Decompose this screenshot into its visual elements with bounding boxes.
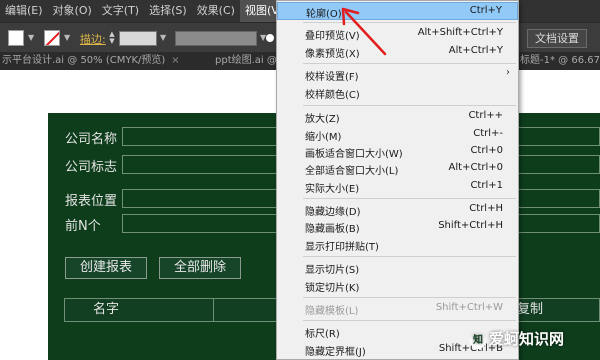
menu-item-fit-artboard[interactable]: 画板适合窗口大小(W) Ctrl+0 [277, 143, 518, 161]
column-divider [213, 299, 214, 321]
menu-separator [303, 297, 516, 298]
menu-item-label: 全部适合窗口大小(L) [305, 166, 399, 177]
report-location-label: 报表位置 [65, 194, 118, 209]
menu-item-shortcut: Shift+Ctrl+W [435, 302, 503, 313]
top-n-label: 前N个 [65, 219, 101, 234]
menu-separator [303, 198, 516, 199]
menu-item-label: 叠印预览(V) [305, 31, 360, 42]
tab-label: 标题-1* @ 66.67 [520, 55, 600, 66]
watermark-logo-icon: 知 [470, 333, 486, 349]
menu-item-label: 隐藏模板(L) [305, 306, 359, 317]
company-logo-label: 公司标志 [65, 160, 118, 175]
style-dot-icon[interactable] [266, 34, 274, 42]
menu-item-label: 显示切片(S) [305, 265, 360, 276]
menu-item-proof-setup[interactable]: 校样设置(F) › [277, 66, 518, 84]
fill-dropdown-icon[interactable]: ▼ [28, 33, 34, 42]
menu-separator [303, 320, 516, 321]
menu-separator [303, 256, 516, 257]
menu-item-shortcut: Alt+Ctrl+0 [448, 162, 503, 173]
menu-item-shortcut: Ctrl+- [473, 128, 503, 139]
column-header-name: 名字 [93, 302, 120, 317]
stroke-dropdown-icon[interactable]: ▼ [64, 33, 70, 42]
menu-item-label: 画板适合窗口大小(W) [305, 149, 403, 160]
menu-item-label: 校样颜色(C) [305, 90, 360, 101]
view-menu-dropdown: 轮廓(O) Ctrl+Y 叠印预览(V) Alt+Shift+Ctrl+Y 像素… [276, 0, 519, 360]
menu-item-label: 显示打印拼贴(T) [305, 242, 379, 253]
menu-item-label: 标尺(R) [305, 329, 340, 340]
stroke-spinner-icon[interactable]: ▲ ▼ [107, 31, 117, 45]
menu-item-zoom-in[interactable]: 放大(Z) Ctrl++ [277, 108, 518, 126]
menu-item-label: 隐藏边缘(D) [305, 207, 361, 218]
menu-item-label: 隐藏定界框(J) [305, 347, 366, 358]
menu-item-pixel-preview[interactable]: 像素预览(X) Alt+Ctrl+Y [277, 43, 518, 61]
menu-separator [303, 22, 516, 23]
watermark-text: 爱蚵知识网 [489, 330, 565, 348]
brush-field[interactable] [175, 31, 257, 46]
menu-item-zoom-out[interactable]: 缩小(M) Ctrl+- [277, 126, 518, 144]
column-header-copy: 复制 [517, 302, 544, 317]
menu-item-show-slices[interactable]: 显示切片(S) [277, 259, 518, 277]
menu-item-outline[interactable]: 轮廓(O) Ctrl+Y [277, 2, 518, 20]
stroke-none-swatch[interactable] [44, 30, 60, 46]
menu-item-shortcut: Alt+Shift+Ctrl+Y [417, 27, 503, 38]
menu-item-hide-template: 隐藏模板(L) Shift+Ctrl+W [277, 300, 518, 318]
tab-document-1[interactable]: 示平台设计.ai @ 50% (CMYK/预览) × [2, 52, 180, 70]
menu-item-shortcut: Ctrl++ [468, 110, 503, 121]
menu-select[interactable]: 选择(S) [144, 0, 192, 22]
menu-edit[interactable]: 编辑(E) [0, 0, 48, 22]
menu-item-shortcut: Ctrl+Y [469, 5, 502, 16]
stroke-label[interactable]: 描边: [80, 31, 106, 47]
menu-object[interactable]: 对象(O) [48, 0, 97, 22]
close-icon[interactable]: × [171, 55, 179, 66]
menu-item-shortcut: Ctrl+1 [470, 180, 503, 191]
menu-item-shortcut: Alt+Ctrl+Y [448, 45, 503, 56]
menu-separator [303, 63, 516, 64]
watermark: 知爱蚵知识网 [470, 328, 564, 349]
submenu-arrow-icon: › [506, 67, 510, 78]
menu-item-label: 像素预览(X) [305, 49, 360, 60]
create-report-button[interactable]: 创建报表 [65, 257, 147, 279]
menu-item-label: 校样设置(F) [305, 72, 359, 83]
menu-item-fit-all[interactable]: 全部适合窗口大小(L) Alt+Ctrl+0 [277, 160, 518, 178]
fill-swatch[interactable] [8, 30, 24, 46]
menu-item-shortcut: Ctrl+H [469, 203, 503, 214]
menu-item-label: 轮廓(O) [306, 9, 342, 20]
menu-effect[interactable]: 效果(C) [192, 0, 240, 22]
menu-item-hide-artboards[interactable]: 隐藏画板(B) Shift+Ctrl+H [277, 218, 518, 236]
menu-item-label: 放大(Z) [305, 114, 340, 125]
menu-item-actual-size[interactable]: 实际大小(E) Ctrl+1 [277, 178, 518, 196]
menu-item-lock-slices[interactable]: 锁定切片(K) [277, 277, 518, 295]
tab-document-3[interactable]: 标题-1* @ 66.67 [520, 52, 600, 70]
document-settings-button[interactable]: 文档设置 [527, 29, 587, 48]
menu-item-label: 缩小(M) [305, 132, 342, 143]
menu-type[interactable]: 文字(T) [97, 0, 144, 22]
menu-item-label: 锁定切片(K) [305, 283, 360, 294]
menu-item-overprint-preview[interactable]: 叠印预览(V) Alt+Shift+Ctrl+Y [277, 25, 518, 43]
company-name-label: 公司名称 [65, 132, 118, 147]
delete-all-button[interactable]: 全部删除 [159, 257, 241, 279]
menu-item-label: 隐藏画板(B) [305, 224, 360, 235]
menu-item-label: 实际大小(E) [305, 184, 360, 195]
menu-item-shortcut: Shift+Ctrl+H [438, 220, 503, 231]
stroke-width-dropdown-icon[interactable]: ▼ [160, 33, 166, 42]
menu-item-hide-edges[interactable]: 隐藏边缘(D) Ctrl+H [277, 201, 518, 219]
menu-item-show-print-tiling[interactable]: 显示打印拼贴(T) [277, 236, 518, 254]
menu-item-shortcut: Ctrl+0 [470, 145, 503, 156]
menu-item-proof-colors[interactable]: 校样颜色(C) [277, 84, 518, 102]
stroke-width-field[interactable] [119, 31, 157, 46]
tab-label: 示平台设计.ai @ 50% (CMYK/预览) [2, 55, 166, 66]
menu-separator [303, 105, 516, 106]
